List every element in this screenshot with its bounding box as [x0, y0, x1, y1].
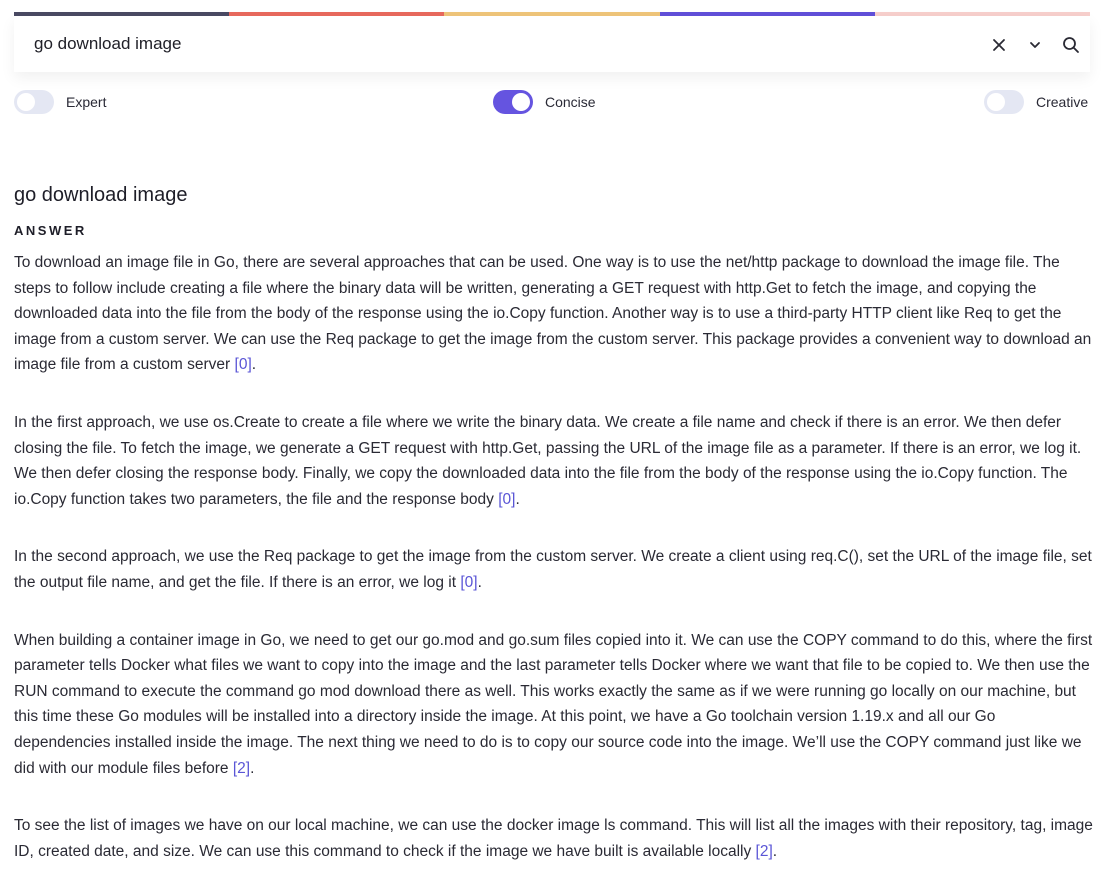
chevron-down-icon[interactable]: [1024, 34, 1046, 56]
search-input[interactable]: [34, 34, 974, 54]
search-actions: [988, 34, 1082, 56]
paragraph-text: To download an image file in Go, there a…: [14, 254, 1092, 374]
answer-body: To download an image file in Go, there a…: [14, 250, 1094, 879]
citation-link[interactable]: [0]: [235, 356, 252, 373]
citation-link[interactable]: [2]: [756, 843, 773, 860]
mode-label: Creative: [1036, 94, 1089, 110]
close-icon[interactable]: [988, 34, 1010, 56]
mode-concise[interactable]: Concise: [493, 90, 596, 114]
mode-label: Expert: [66, 94, 107, 110]
mode-creative[interactable]: Creative: [984, 90, 1088, 114]
citation-link[interactable]: [0]: [460, 574, 477, 591]
answer-heading: ANSWER: [14, 223, 87, 238]
paragraph-text: In the second approach, we use the Req p…: [14, 548, 1092, 591]
mode-label: Concise: [545, 94, 596, 110]
expert-toggle[interactable]: [14, 90, 54, 114]
mode-selector: Expert Concise Creative: [14, 90, 1090, 116]
answer-paragraph: In the first approach, we use os.Create …: [14, 413, 1082, 508]
toggle-knob: [512, 93, 530, 111]
search-bar: [14, 16, 1090, 72]
answer-paragraph: In the second approach, we use the Req p…: [14, 548, 1092, 591]
search-icon[interactable]: [1060, 34, 1082, 56]
toggle-knob: [17, 93, 35, 111]
answer-paragraph: To download an image file in Go, there a…: [14, 254, 1092, 374]
concise-toggle[interactable]: [493, 90, 533, 114]
query-title: go download image: [14, 184, 188, 206]
toggle-knob: [987, 93, 1005, 111]
citation-link[interactable]: [2]: [233, 760, 250, 777]
answer-paragraph: To see the list of images we have on our…: [14, 817, 1093, 860]
citation-link[interactable]: [0]: [498, 491, 515, 508]
mode-expert[interactable]: Expert: [14, 90, 106, 114]
creative-toggle[interactable]: [984, 90, 1024, 114]
answer-paragraph: When building a container image in Go, w…: [14, 631, 1093, 777]
paragraph-text: In the first approach, we use os.Create …: [14, 413, 1082, 508]
paragraph-text: To see the list of images we have on our…: [14, 817, 1093, 860]
paragraph-text: When building a container image in Go, w…: [14, 631, 1093, 777]
